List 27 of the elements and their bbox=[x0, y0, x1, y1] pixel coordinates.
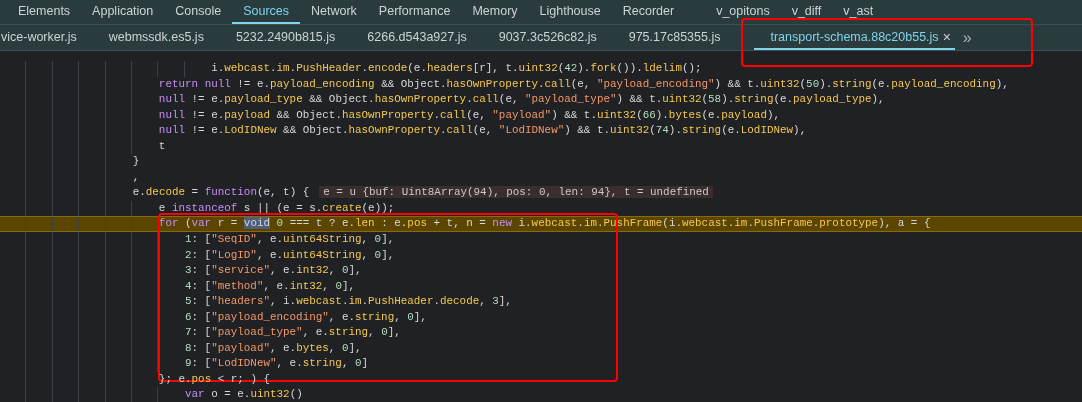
file-tab[interactable]: 975.17c85355.js bbox=[612, 25, 737, 50]
file-tab[interactable]: transport-schema.88c20b55.js × bbox=[754, 25, 955, 50]
panel-tab[interactable]: Elements bbox=[7, 0, 82, 24]
panel-tab[interactable]: v_diff bbox=[780, 0, 833, 24]
file-name: 5232.2490b815.js bbox=[235, 29, 336, 44]
close-icon[interactable]: × bbox=[942, 28, 951, 45]
panel-tab[interactable]: Recorder bbox=[611, 0, 686, 24]
panel-tab[interactable]: Console bbox=[164, 0, 233, 24]
panel-tab[interactable]: Memory bbox=[461, 0, 529, 24]
file-tab[interactable]: 9037.3c526c82.js bbox=[482, 25, 613, 50]
file-name: transport-schema.88c20b55.js bbox=[770, 29, 939, 44]
file-name: 975.17c85355.js bbox=[628, 29, 721, 44]
file-name: webmssdk.es5.js bbox=[108, 29, 204, 44]
panel-tab[interactable]: Network bbox=[300, 0, 368, 24]
panel-tab[interactable]: Lighthouse bbox=[528, 0, 612, 24]
panel-tab[interactable]: Performance bbox=[367, 0, 462, 24]
file-tab[interactable]: 6266.d543a927.js bbox=[351, 25, 483, 50]
file-name: 6266.d543a927.js bbox=[367, 29, 467, 44]
file-tab[interactable]: vice-worker.js bbox=[0, 25, 93, 50]
file-name: 9037.3c526c82.js bbox=[498, 29, 597, 44]
file-name: vice-worker.js bbox=[1, 29, 77, 44]
file-tab[interactable]: webmssdk.es5.js bbox=[92, 25, 220, 50]
panel-tab[interactable]: v_opitons bbox=[705, 0, 781, 24]
more-tabs-button[interactable]: » bbox=[954, 25, 980, 50]
file-tab[interactable]: 5232.2490b815.js bbox=[219, 25, 352, 50]
panel-tab[interactable]: Application bbox=[81, 0, 165, 24]
panel-tab[interactable]: v_ast bbox=[832, 0, 885, 24]
